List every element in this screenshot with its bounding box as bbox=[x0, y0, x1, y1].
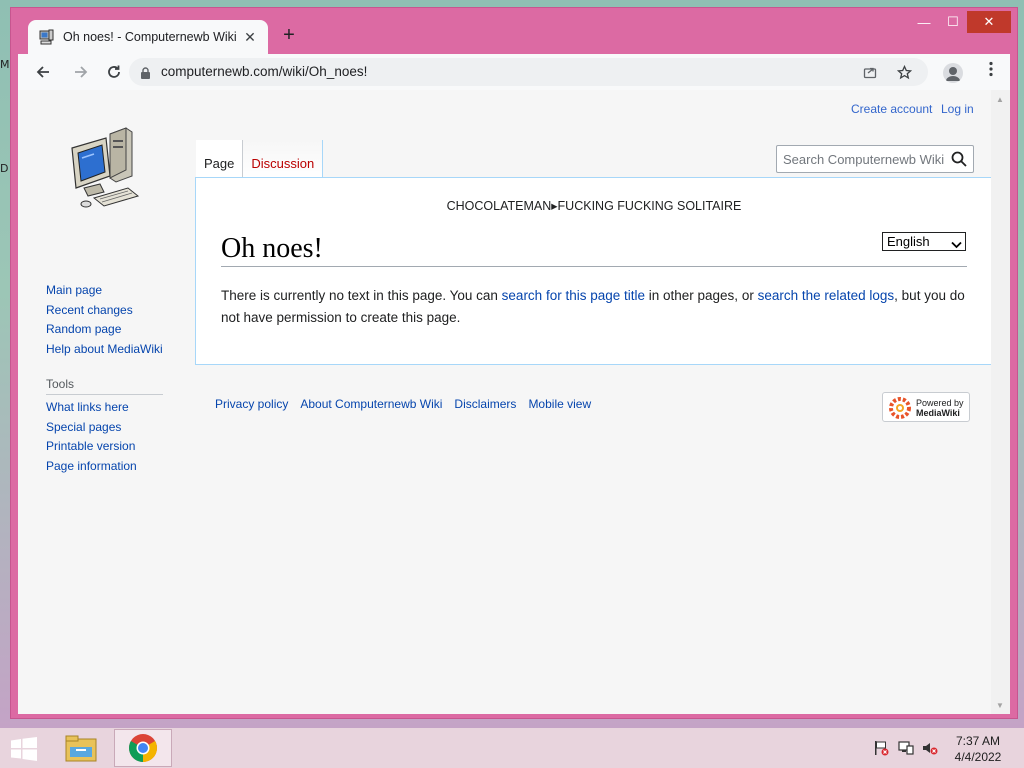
scroll-up-arrow-icon[interactable]: ▲ bbox=[996, 95, 1004, 104]
content-area: CHOCOLATEMAN▸FUCKING FUCKING SOLITAIRE O… bbox=[195, 177, 991, 365]
footer-mobile-view-link[interactable]: Mobile view bbox=[528, 397, 591, 411]
scroll-down-arrow-icon[interactable]: ▼ bbox=[996, 701, 1004, 710]
close-tab-icon[interactable]: ✕ bbox=[242, 29, 258, 46]
share-icon[interactable] bbox=[861, 63, 879, 81]
sidebar-item-printable-version[interactable]: Printable version bbox=[46, 437, 137, 457]
url-text[interactable]: computernewb.com/wiki/Oh_noes! bbox=[161, 64, 367, 79]
chevron-down-icon bbox=[951, 237, 962, 252]
mediawiki-flower-icon bbox=[889, 397, 911, 424]
page-tabs: Page Discussion bbox=[196, 140, 324, 178]
footer-privacy-link[interactable]: Privacy policy bbox=[215, 397, 288, 411]
sidebar-item-page-information[interactable]: Page information bbox=[46, 457, 137, 477]
sidebar-item-recent-changes[interactable]: Recent changes bbox=[46, 301, 163, 321]
lock-icon[interactable] bbox=[140, 66, 151, 84]
footer-about-link[interactable]: About Computernewb Wiki bbox=[300, 397, 442, 411]
footer-links: Privacy policy About Computernewb Wiki D… bbox=[215, 397, 591, 411]
sidebar-item-main-page[interactable]: Main page bbox=[46, 281, 163, 301]
footer-disclaimers-link[interactable]: Disclaimers bbox=[454, 397, 516, 411]
browser-window: — ☐ ✕ Oh noes! - Computernewb Wiki ✕ + c… bbox=[10, 7, 1018, 719]
search-logs-link[interactable]: search the related logs bbox=[758, 288, 895, 303]
search-icon[interactable] bbox=[951, 151, 967, 172]
browser-toolbar: computernewb.com/wiki/Oh_noes! bbox=[18, 54, 1010, 90]
body-text-part: There is currently no text in this page.… bbox=[221, 288, 502, 303]
search-input[interactable]: Search Computernewb Wiki bbox=[783, 152, 947, 167]
powered-by-text: Powered by MediaWiki bbox=[916, 398, 964, 418]
profile-avatar-icon[interactable] bbox=[943, 63, 963, 83]
minimize-button[interactable]: — bbox=[909, 11, 939, 33]
powered-by-line1: Powered by bbox=[916, 398, 964, 408]
system-clock[interactable]: 7:37 AM 4/4/2022 bbox=[948, 733, 1008, 765]
desktop-icon-label-fragment: D bbox=[0, 162, 9, 175]
computer-favicon-icon bbox=[38, 29, 54, 45]
search-title-link[interactable]: search for this page title bbox=[502, 288, 645, 303]
sidebar-item-special-pages[interactable]: Special pages bbox=[46, 418, 137, 438]
tab-discussion[interactable]: Discussion bbox=[243, 140, 324, 178]
page-scrollbar[interactable]: ▲ ▼ bbox=[991, 90, 1010, 714]
sidebar-tools: What links here Special pages Printable … bbox=[46, 398, 137, 476]
maximize-button[interactable]: ☐ bbox=[939, 11, 967, 33]
desktop-icon-label-fragment: M bbox=[0, 58, 10, 71]
bookmark-star-icon[interactable] bbox=[895, 63, 913, 81]
taskbar: 7:37 AM 4/4/2022 bbox=[0, 728, 1024, 768]
language-select-value: English bbox=[887, 234, 930, 249]
address-bar[interactable]: computernewb.com/wiki/Oh_noes! bbox=[129, 58, 928, 86]
language-select[interactable]: English bbox=[882, 232, 966, 251]
page-title: Oh noes! bbox=[221, 233, 323, 264]
wiki-page: Create account Log in Main page Recent c… bbox=[18, 90, 991, 714]
log-in-link[interactable]: Log in bbox=[941, 102, 974, 116]
create-account-link[interactable]: Create account bbox=[851, 102, 932, 116]
browser-menu-icon[interactable] bbox=[986, 61, 996, 77]
browser-tab[interactable]: Oh noes! - Computernewb Wiki ✕ bbox=[28, 20, 268, 54]
tab-title: Oh noes! - Computernewb Wiki bbox=[63, 30, 237, 44]
flag-warning-icon[interactable] bbox=[873, 740, 889, 756]
tools-heading: Tools bbox=[46, 377, 163, 395]
network-icon[interactable] bbox=[898, 740, 914, 756]
wiki-search: Search Computernewb Wiki bbox=[776, 145, 974, 173]
sidebar-navigation: Main page Recent changes Random page Hel… bbox=[46, 281, 163, 359]
sidebar-item-random-page[interactable]: Random page bbox=[46, 320, 163, 340]
body-text-part: in other pages, or bbox=[645, 288, 758, 303]
close-window-button[interactable]: ✕ bbox=[967, 11, 1011, 33]
sidebar-item-what-links-here[interactable]: What links here bbox=[46, 398, 137, 418]
sidebar-item-help[interactable]: Help about MediaWiki bbox=[46, 340, 163, 360]
chrome-taskbar-icon[interactable] bbox=[114, 729, 172, 767]
page-body: There is currently no text in this page.… bbox=[221, 285, 967, 329]
forward-arrow-icon[interactable] bbox=[69, 60, 93, 84]
wiki-logo[interactable] bbox=[64, 126, 144, 216]
clock-date: 4/4/2022 bbox=[954, 750, 1002, 764]
powered-by-line2: MediaWiki bbox=[916, 408, 960, 418]
new-tab-button[interactable]: + bbox=[277, 23, 301, 47]
tab-page[interactable]: Page bbox=[196, 140, 244, 178]
back-arrow-icon[interactable] bbox=[31, 60, 55, 84]
file-explorer-icon[interactable] bbox=[52, 729, 110, 767]
title-divider bbox=[221, 266, 967, 267]
site-notice: CHOCOLATEMAN▸FUCKING FUCKING SOLITAIRE bbox=[446, 199, 742, 213]
powered-by-mediawiki-badge[interactable]: Powered by MediaWiki bbox=[882, 392, 970, 422]
reload-icon[interactable] bbox=[102, 60, 126, 84]
windows-start-icon[interactable] bbox=[10, 737, 38, 761]
clock-time: 7:37 AM bbox=[955, 734, 1001, 748]
volume-muted-icon[interactable] bbox=[922, 740, 938, 756]
